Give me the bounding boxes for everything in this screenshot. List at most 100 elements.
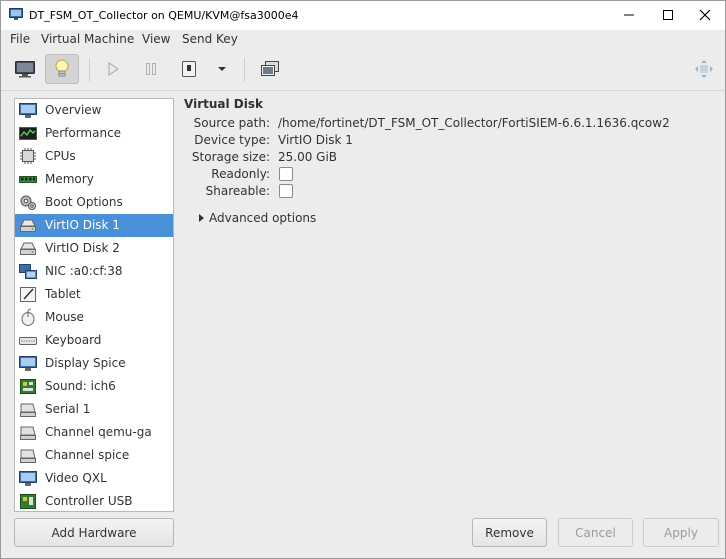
shareable-checkbox[interactable]	[279, 184, 293, 198]
sidebar-item-keyboard[interactable]: Keyboard	[15, 329, 173, 352]
screenshot-icon	[261, 61, 279, 76]
sidebar-item-label: Display Spice	[45, 356, 126, 370]
channel-icon	[20, 449, 36, 463]
sidebar-item-virtio-disk-1[interactable]: VirtIO Disk 1	[15, 214, 173, 237]
sidebar-item-label: Performance	[45, 126, 122, 140]
storage-size-value: 25.00 GiB	[278, 150, 338, 164]
cancel-button[interactable]: Cancel	[558, 518, 633, 547]
fullscreen-button[interactable]	[689, 54, 719, 84]
sidebar-item-label: Controller USB	[45, 494, 133, 508]
title-bar: DT_FSM_OT_Collector on QEMU/KVM@fsa3000e…	[1, 1, 725, 30]
close-button[interactable]	[690, 5, 720, 25]
storage-size-label: Storage size:	[191, 150, 270, 164]
overview-icon	[19, 103, 37, 118]
sidebar-item-channel-spice[interactable]: Channel spice	[15, 444, 173, 467]
pause-button[interactable]	[134, 54, 168, 84]
gear-icon	[20, 195, 36, 210]
sidebar-item-label: Memory	[45, 172, 94, 186]
shutdown-menu-button[interactable]	[207, 54, 237, 84]
snapshots-button[interactable]	[253, 54, 287, 84]
maximize-button[interactable]	[653, 5, 683, 25]
tablet-icon	[20, 287, 36, 302]
apply-button[interactable]: Apply	[643, 518, 719, 547]
menu-virtual-machine[interactable]: Virtual Machine	[41, 32, 134, 46]
sidebar-item-virtio-disk-2[interactable]: VirtIO Disk 2	[15, 237, 173, 260]
show-details-button[interactable]	[45, 54, 79, 84]
menu-send-key[interactable]: Send Key	[182, 32, 238, 46]
sidebar-item-label: Tablet	[45, 287, 81, 301]
device-type-value: VirtIO Disk 1	[278, 133, 353, 147]
sidebar-item-label: VirtIO Disk 2	[45, 241, 120, 255]
sidebar-item-performance[interactable]: Performance	[15, 122, 173, 145]
sidebar-item-sound[interactable]: Sound: ich6	[15, 375, 173, 398]
channel-icon	[20, 426, 36, 440]
network-icon	[19, 264, 37, 279]
sidebar-item-memory[interactable]: Memory	[15, 168, 173, 191]
sidebar-item-label: Boot Options	[45, 195, 123, 209]
window-title: DT_FSM_OT_Collector on QEMU/KVM@fsa3000e…	[29, 9, 299, 22]
advanced-options-label: Advanced options	[209, 211, 317, 225]
pause-icon	[146, 63, 156, 75]
menu-bar: File Virtual Machine View Send Key	[1, 30, 725, 50]
lightbulb-icon	[55, 59, 69, 77]
sidebar-item-label: Channel spice	[45, 448, 130, 462]
readonly-checkbox[interactable]	[279, 167, 293, 181]
sidebar-item-label: CPUs	[45, 149, 76, 163]
hardware-list: Overview Performance CPUs Memory Boot Op…	[14, 98, 174, 512]
show-console-button[interactable]	[8, 54, 42, 84]
menu-view[interactable]: View	[142, 32, 170, 46]
sidebar-item-tablet[interactable]: Tablet	[15, 283, 173, 306]
mouse-icon	[21, 308, 35, 326]
sidebar-item-label: VirtIO Disk 1	[45, 218, 120, 232]
sidebar-item-label: Keyboard	[45, 333, 102, 347]
sidebar-item-display-spice[interactable]: Display Spice	[15, 352, 173, 375]
device-type-label: Device type:	[194, 133, 270, 147]
source-path-value: /home/fortinet/DT_FSM_OT_Collector/Forti…	[278, 116, 670, 130]
sidebar-item-overview[interactable]: Overview	[15, 99, 173, 122]
controller-icon	[20, 494, 36, 509]
video-icon	[19, 471, 37, 486]
disk-icon	[20, 242, 36, 255]
sidebar-item-label: Channel qemu-ga	[45, 425, 152, 439]
cpu-icon	[20, 148, 36, 164]
sidebar-item-boot-options[interactable]: Boot Options	[15, 191, 173, 214]
sidebar-item-controller-usb[interactable]: Controller USB	[15, 490, 173, 511]
sidebar-item-nic[interactable]: NIC :a0:cf:38	[15, 260, 173, 283]
maximize-icon	[663, 10, 673, 20]
source-path-label: Source path:	[193, 116, 270, 130]
shutdown-button[interactable]	[172, 54, 206, 84]
sidebar-item-video-qxl[interactable]: Video QXL	[15, 467, 173, 490]
minimize-button[interactable]	[614, 5, 644, 25]
toolbar	[1, 50, 725, 91]
serial-icon	[20, 403, 36, 417]
sidebar-item-label: Overview	[45, 103, 102, 117]
toolbar-separator	[244, 58, 245, 82]
virt-manager-icon	[9, 8, 23, 20]
readonly-label: Readonly:	[211, 167, 270, 181]
sidebar-item-label: Serial 1	[45, 402, 91, 416]
advanced-options-expander[interactable]: Advanced options	[199, 211, 316, 225]
dropdown-arrow-icon	[218, 67, 226, 71]
keyboard-icon	[19, 337, 37, 345]
monitor-icon	[15, 61, 35, 78]
sidebar-item-channel-qemu-ga[interactable]: Channel qemu-ga	[15, 421, 173, 444]
play-icon	[108, 61, 120, 77]
menu-file[interactable]: File	[10, 32, 30, 46]
run-button[interactable]	[96, 54, 130, 84]
sidebar-item-label: NIC :a0:cf:38	[45, 264, 123, 278]
sidebar-item-mouse[interactable]: Mouse	[15, 306, 173, 329]
remove-button[interactable]: Remove	[472, 518, 547, 547]
expander-arrow-icon	[199, 213, 204, 222]
toolbar-separator	[89, 58, 90, 82]
sidebar-item-label: Sound: ich6	[45, 379, 116, 393]
sidebar-item-label: Mouse	[45, 310, 84, 324]
display-icon	[19, 356, 37, 371]
memory-icon	[19, 176, 37, 183]
power-icon	[182, 61, 196, 77]
minimize-icon	[624, 14, 634, 16]
sidebar-item-serial[interactable]: Serial 1	[15, 398, 173, 421]
sidebar-item-cpus[interactable]: CPUs	[15, 145, 173, 168]
close-icon	[699, 9, 711, 21]
add-hardware-button[interactable]: Add Hardware	[14, 518, 174, 547]
sound-icon	[20, 379, 36, 394]
